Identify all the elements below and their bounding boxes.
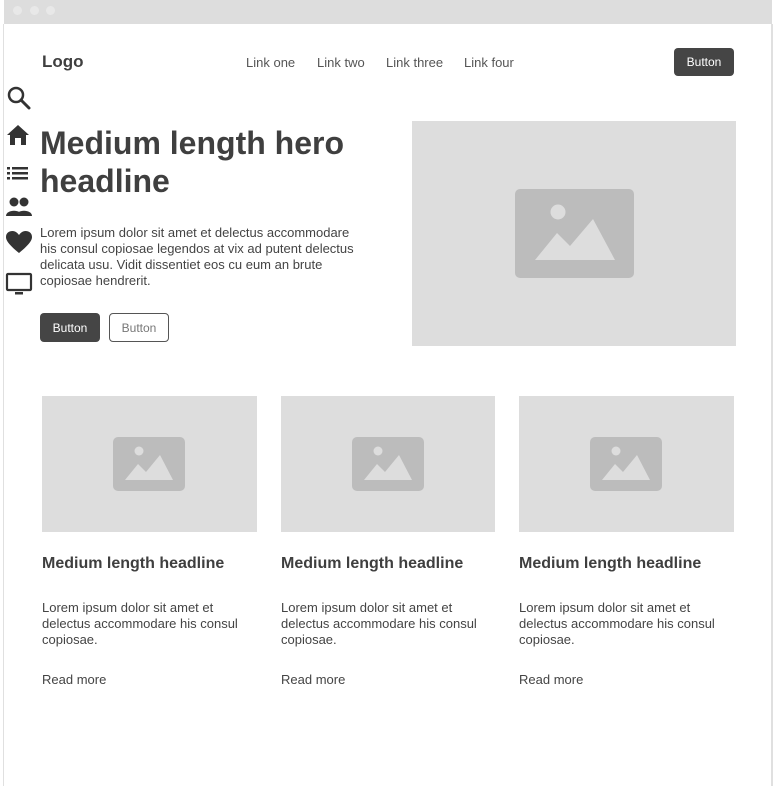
window-close-dot[interactable] — [13, 6, 22, 15]
hero-secondary-button[interactable]: Button — [109, 313, 169, 342]
nav-link-one[interactable]: Link one — [246, 55, 295, 70]
card-read-more-link[interactable]: Read more — [519, 672, 583, 687]
image-placeholder-icon — [113, 437, 185, 491]
card-read-more-link[interactable]: Read more — [281, 672, 345, 687]
card-body-text: Lorem ipsum dolor sit amet et delectus a… — [281, 600, 477, 647]
list-icon[interactable] — [5, 160, 33, 186]
image-placeholder-icon — [515, 189, 634, 278]
nav-link-three[interactable]: Link three — [386, 55, 443, 70]
hero-headline: Medium length hero headline — [40, 125, 344, 199]
window-minimize-dot[interactable] — [30, 6, 39, 15]
card-image-placeholder — [519, 396, 734, 532]
card-body-text: Lorem ipsum dolor sit amet et delectus a… — [42, 600, 238, 647]
card-headline: Medium length headline — [42, 555, 225, 572]
hero-primary-button[interactable]: Button — [40, 313, 100, 342]
nav-link-two[interactable]: Link two — [317, 55, 365, 70]
nav-link-four[interactable]: Link four — [464, 55, 514, 70]
search-icon[interactable] — [5, 85, 33, 111]
home-icon[interactable] — [5, 123, 33, 149]
header-button[interactable]: Button — [674, 48, 734, 76]
window-border-right — [771, 24, 773, 786]
hero-image-placeholder — [412, 121, 736, 346]
window-border-left — [3, 24, 4, 786]
card-image-placeholder — [42, 396, 257, 532]
logo[interactable]: Logo — [42, 52, 84, 72]
card-image-placeholder — [281, 396, 495, 532]
heart-icon[interactable] — [5, 229, 33, 255]
image-placeholder-icon — [352, 437, 424, 491]
browser-window: Logo Link one Link two Link three Link f… — [0, 0, 777, 786]
hero-body-text: Lorem ipsum dolor sit amet et delectus a… — [40, 225, 354, 288]
image-placeholder-icon — [590, 437, 662, 491]
window-maximize-dot[interactable] — [46, 6, 55, 15]
monitor-icon[interactable] — [5, 271, 33, 297]
card-read-more-link[interactable]: Read more — [42, 672, 106, 687]
card-headline: Medium length headline — [519, 555, 702, 572]
card-headline: Medium length headline — [281, 555, 464, 572]
card-body-text: Lorem ipsum dolor sit amet et delectus a… — [519, 600, 715, 647]
window-titlebar — [4, 0, 772, 24]
people-icon[interactable] — [5, 193, 33, 219]
